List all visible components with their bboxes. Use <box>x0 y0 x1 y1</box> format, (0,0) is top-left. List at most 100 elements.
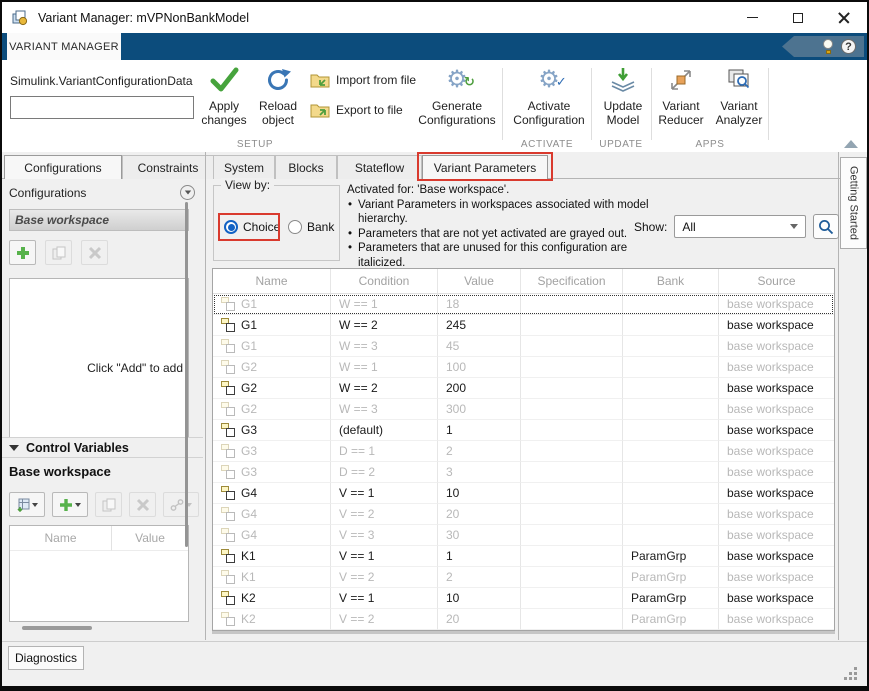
source-cell: base workspace <box>719 525 834 546</box>
variant-parameter-icon <box>221 381 235 395</box>
table-row[interactable]: G2W == 3300base workspace <box>213 399 834 420</box>
config-data-input[interactable] <box>10 96 194 119</box>
specification-cell <box>521 378 623 399</box>
param-name-cell: G3 <box>213 462 331 483</box>
activation-info: Activated for: 'Base workspace'. Variant… <box>347 183 655 270</box>
tab-variant-parameters[interactable]: Variant Parameters <box>422 155 548 179</box>
col-specification[interactable]: Specification <box>521 269 623 293</box>
param-name-cell: G4 <box>213 504 331 525</box>
source-cell: base workspace <box>719 483 834 504</box>
add-configuration-button[interactable] <box>9 240 36 265</box>
bank-cell: ParamGrp <box>623 567 719 588</box>
col-value[interactable]: Value <box>438 269 521 293</box>
control-variables-table[interactable]: Name Value <box>9 525 189 622</box>
table-row[interactable]: G2W == 2200base workspace <box>213 378 834 399</box>
variant-analyzer-button[interactable]: Variant Analyzer <box>710 64 768 127</box>
table-row[interactable]: K2V == 220ParamGrpbase workspace <box>213 609 834 630</box>
table-row[interactable]: G1W == 2245base workspace <box>213 315 834 336</box>
import-from-file-button[interactable]: Import from file <box>310 72 416 88</box>
control-variables-header[interactable]: Control Variables <box>2 437 203 458</box>
vertical-scrollbar-thumb[interactable] <box>185 202 188 547</box>
base-workspace-row[interactable]: Base workspace <box>9 209 189 231</box>
tab-blocks[interactable]: Blocks <box>275 155 337 179</box>
maximize-button[interactable] <box>775 2 821 33</box>
import-control-variables-button[interactable] <box>9 492 45 517</box>
param-table-body: G1W == 118base workspaceG1W == 2245base … <box>213 294 834 630</box>
minimize-icon <box>747 17 758 18</box>
help-icon[interactable]: ? <box>841 39 856 54</box>
radio-bank[interactable]: Bank <box>288 220 334 234</box>
add-control-variable-button[interactable] <box>52 492 88 517</box>
cv-col-value: Value <box>112 526 188 551</box>
param-name-cell: K1 <box>213 546 331 567</box>
reload-object-button[interactable]: Reload object <box>253 64 303 127</box>
bank-cell <box>623 525 719 546</box>
table-row[interactable]: G4V == 220base workspace <box>213 504 834 525</box>
panel-splitter-left[interactable] <box>205 152 206 640</box>
bank-cell <box>623 462 719 483</box>
table-row[interactable]: G3(default)1base workspace <box>213 420 834 441</box>
tab-stateflow[interactable]: Stateflow <box>337 155 422 179</box>
table-row[interactable]: K1V == 22ParamGrpbase workspace <box>213 567 834 588</box>
update-model-button[interactable]: Update Model <box>596 64 650 127</box>
table-row[interactable]: G4V == 330base workspace <box>213 525 834 546</box>
tab-getting-started[interactable]: Getting Started <box>840 157 867 249</box>
param-name-cell: G1 <box>213 336 331 357</box>
copy-control-variable-button[interactable] <box>95 492 122 517</box>
radio-bank-dot <box>288 220 302 234</box>
tab-variant-manager[interactable]: VARIANT MANAGER <box>7 33 121 60</box>
collapse-section-icon <box>9 445 19 451</box>
col-name[interactable]: Name <box>213 269 331 293</box>
configurations-list[interactable]: Click "Add" to add <box>9 278 189 458</box>
table-bottom-scrollbar[interactable] <box>212 631 835 634</box>
table-row[interactable]: G2W == 1100base workspace <box>213 357 834 378</box>
lightbulb-icon[interactable] <box>823 39 833 54</box>
col-condition[interactable]: Condition <box>331 269 438 293</box>
table-row[interactable]: K2V == 110ParamGrpbase workspace <box>213 588 834 609</box>
section-menu-icon[interactable] <box>180 185 195 200</box>
col-bank[interactable]: Bank <box>623 269 719 293</box>
group-label-apps: APPS <box>652 139 768 150</box>
delete-configuration-button[interactable] <box>81 240 108 265</box>
search-button[interactable] <box>813 214 839 239</box>
copy-icon <box>52 246 66 260</box>
condition-cell: W == 1 <box>331 357 438 378</box>
show-dropdown[interactable]: All <box>674 215 806 238</box>
source-cell: base workspace <box>719 441 834 462</box>
cv-col-name: Name <box>10 526 112 551</box>
table-row[interactable]: G4V == 110base workspace <box>213 483 834 504</box>
diagnostics-button[interactable]: Diagnostics <box>8 646 84 670</box>
condition-cell: W == 2 <box>331 315 438 336</box>
collapse-ribbon-icon[interactable] <box>844 140 858 148</box>
variant-parameter-icon <box>221 318 235 332</box>
table-row[interactable]: G1W == 345base workspace <box>213 336 834 357</box>
link-control-variable-button[interactable] <box>163 492 199 517</box>
activate-configuration-button[interactable]: ⚙✓ Activate Configuration <box>507 64 591 127</box>
tab-configurations[interactable]: Configurations <box>4 155 122 179</box>
radio-choice[interactable]: Choice <box>224 220 280 234</box>
source-cell: base workspace <box>719 546 834 567</box>
delete-control-variable-button[interactable] <box>129 492 156 517</box>
export-to-file-button[interactable]: Export to file <box>310 102 403 118</box>
specification-cell <box>521 399 623 420</box>
table-row[interactable]: G3D == 12base workspace <box>213 441 834 462</box>
col-source[interactable]: Source <box>719 269 834 293</box>
tab-constraints[interactable]: Constraints <box>122 155 214 179</box>
tab-system[interactable]: System <box>213 155 275 179</box>
table-row[interactable]: G3D == 23base workspace <box>213 462 834 483</box>
table-row[interactable]: G1W == 118base workspace <box>213 294 834 315</box>
group-divider <box>502 68 503 140</box>
horizontal-scrollbar-thumb[interactable] <box>22 626 92 630</box>
variant-parameter-icon <box>221 339 235 353</box>
variant-reducer-button[interactable]: Variant Reducer <box>654 64 708 127</box>
minimize-button[interactable] <box>729 2 775 33</box>
param-name-cell: K1 <box>213 567 331 588</box>
copy-configuration-button[interactable] <box>45 240 72 265</box>
close-button[interactable] <box>821 2 867 33</box>
param-name-cell: G2 <box>213 378 331 399</box>
table-row[interactable]: K1V == 11ParamGrpbase workspace <box>213 546 834 567</box>
variant-parameter-icon <box>221 402 235 416</box>
apply-changes-button[interactable]: Apply changes <box>199 64 249 127</box>
resize-grip[interactable] <box>843 666 857 680</box>
generate-configurations-button[interactable]: ⚙↻ Generate Configurations <box>410 64 504 127</box>
